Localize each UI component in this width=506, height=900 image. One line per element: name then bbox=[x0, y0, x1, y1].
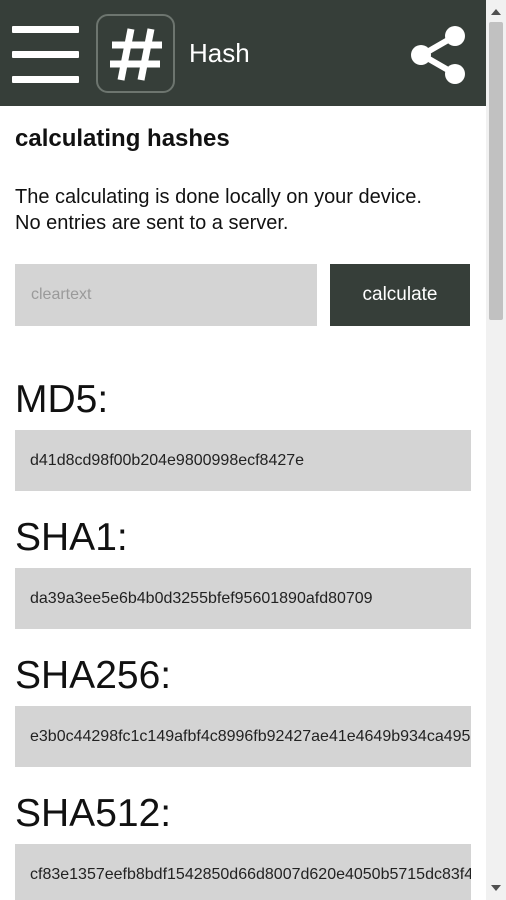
sha512-label: SHA512: bbox=[15, 792, 172, 835]
sha256-label: SHA256: bbox=[15, 654, 172, 697]
info-line-2: No entries are sent to a server. bbox=[15, 212, 289, 234]
app-header: Hash bbox=[0, 0, 486, 106]
calculate-button[interactable]: calculate bbox=[330, 264, 470, 326]
share-icon[interactable] bbox=[408, 24, 468, 86]
md5-label: MD5: bbox=[15, 378, 109, 421]
vertical-scrollbar[interactable] bbox=[486, 0, 506, 900]
sha1-value[interactable]: da39a3ee5e6b4b0d3255bfef95601890afd80709 bbox=[15, 568, 471, 629]
hamburger-menu-icon[interactable] bbox=[12, 26, 79, 84]
scroll-up-arrow-icon[interactable] bbox=[486, 6, 506, 18]
cleartext-input[interactable] bbox=[15, 264, 317, 326]
sha1-label: SHA1: bbox=[15, 516, 128, 559]
scrollbar-thumb[interactable] bbox=[489, 22, 503, 320]
app-title: Hash bbox=[189, 38, 250, 68]
app-viewport: Hash calculating hashes The calculating … bbox=[0, 0, 486, 900]
scroll-down-arrow-icon[interactable] bbox=[486, 882, 506, 894]
privacy-info-text: The calculating is done locally on your … bbox=[15, 184, 480, 236]
sha256-value[interactable]: e3b0c44298fc1c149afbf4c8996fb92427ae41e4… bbox=[15, 706, 471, 767]
info-line-1: The calculating is done locally on your … bbox=[15, 186, 422, 208]
sha512-value[interactable]: cf83e1357eefb8bdf1542850d66d8007d620e405… bbox=[15, 844, 471, 900]
hash-icon bbox=[96, 14, 175, 93]
page-heading: calculating hashes bbox=[15, 125, 230, 152]
md5-value[interactable]: d41d8cd98f00b204e9800998ecf8427e bbox=[15, 430, 471, 491]
